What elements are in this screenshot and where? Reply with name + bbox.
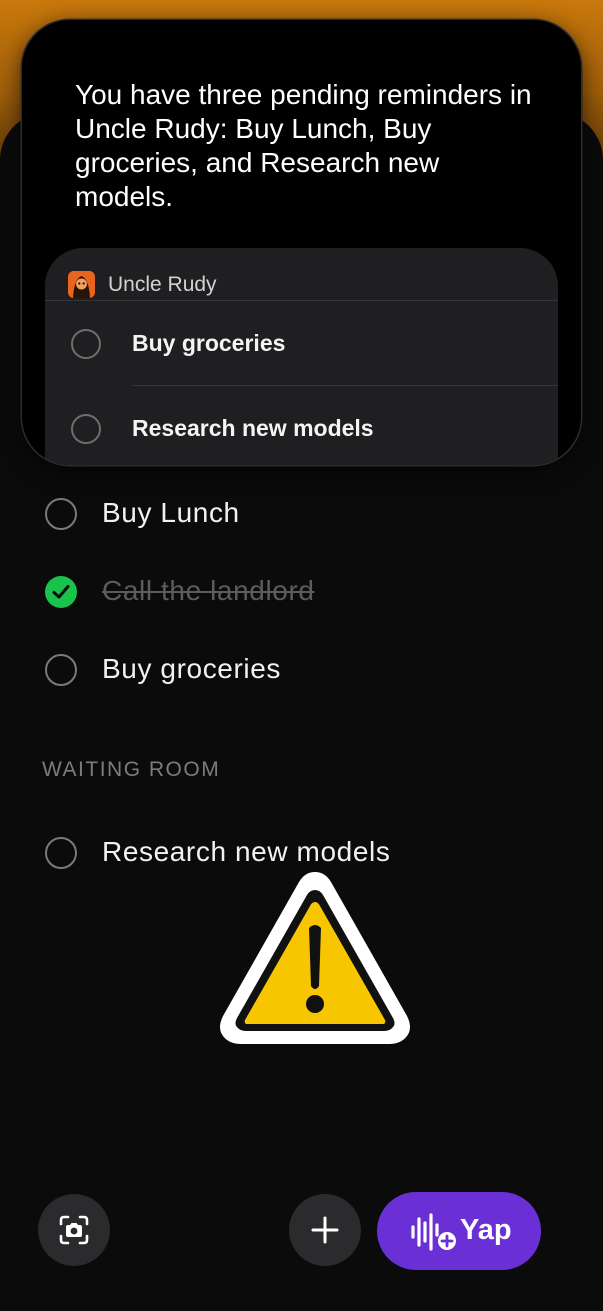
plus-icon bbox=[311, 1216, 339, 1244]
yap-button-label: Yap bbox=[460, 1214, 512, 1246]
checkmark-circle-icon[interactable] bbox=[45, 576, 77, 608]
incomplete-circle-icon[interactable] bbox=[71, 329, 101, 359]
waveform-plus-icon bbox=[411, 1213, 456, 1251]
assistant-message: You have three pending reminders in Uncl… bbox=[75, 79, 532, 212]
reminder-row[interactable]: Call the landlord bbox=[0, 562, 603, 622]
warning-triangle-icon bbox=[215, 866, 415, 1050]
divider bbox=[132, 385, 558, 386]
divider bbox=[45, 300, 558, 301]
reminder-label: Buy groceries bbox=[102, 653, 281, 684]
incomplete-circle-icon[interactable] bbox=[45, 654, 77, 686]
reminder-label: Call the landlord bbox=[102, 575, 315, 606]
reminder-row[interactable]: Buy Lunch bbox=[0, 484, 603, 544]
camera-scan-icon bbox=[59, 1215, 89, 1245]
reminder-label: Research new models bbox=[102, 836, 391, 867]
add-reminder-button[interactable] bbox=[289, 1194, 361, 1266]
incomplete-circle-icon[interactable] bbox=[45, 837, 77, 869]
yap-voice-button[interactable]: Yap bbox=[377, 1192, 541, 1270]
reminders-snippet[interactable]: Uncle Rudy Buy groceries Research new mo… bbox=[45, 248, 558, 465]
incomplete-circle-icon[interactable] bbox=[45, 498, 77, 530]
reminder-row[interactable]: Buy groceries bbox=[0, 640, 603, 700]
reminder-label: Buy Lunch bbox=[102, 497, 240, 528]
assistant-response-card[interactable]: You have three pending reminders in Uncl… bbox=[22, 20, 581, 465]
list-avatar-icon bbox=[68, 271, 95, 298]
snippet-item-label: Research new models bbox=[132, 415, 374, 441]
snippet-list-title: Uncle Rudy bbox=[108, 273, 217, 296]
snippet-item-label: Buy groceries bbox=[132, 330, 286, 356]
section-heading-waiting-room: WAITING ROOM bbox=[42, 758, 221, 781]
incomplete-circle-icon[interactable] bbox=[71, 414, 101, 444]
scan-camera-button[interactable] bbox=[38, 1194, 110, 1266]
